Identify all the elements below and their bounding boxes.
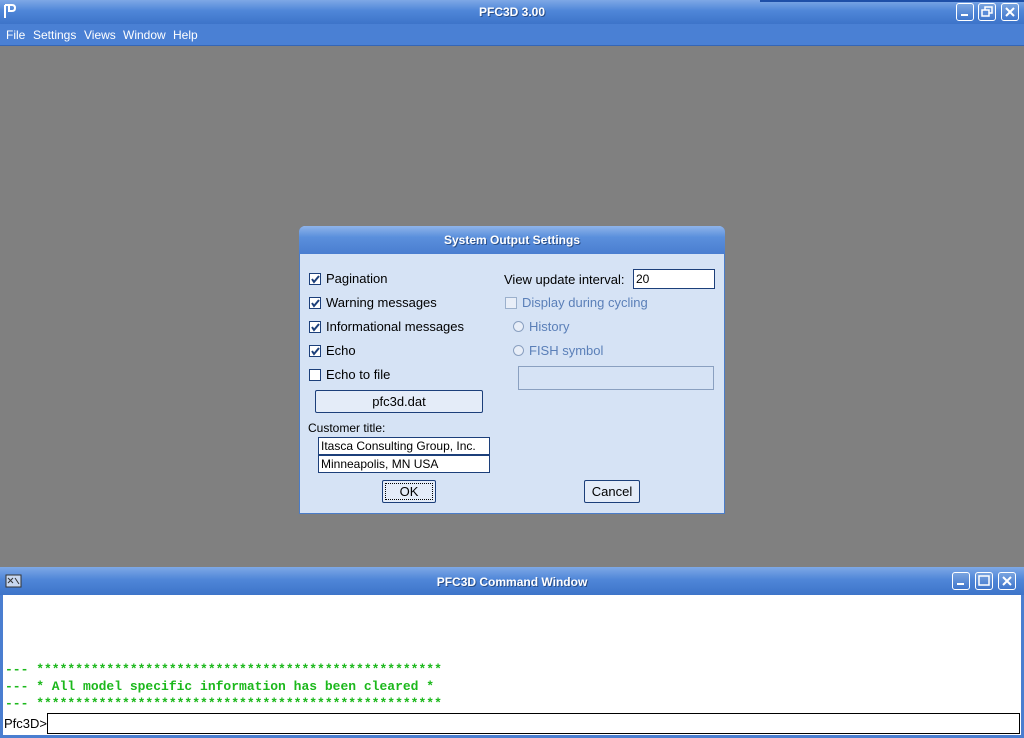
menu-file[interactable]: File bbox=[6, 28, 25, 42]
customer-title-label: Customer title: bbox=[308, 421, 386, 435]
system-output-settings-dialog: System Output Settings Pagination Warnin… bbox=[299, 226, 725, 514]
dialog-title: System Output Settings bbox=[443, 233, 580, 247]
cmd-close-button[interactable] bbox=[998, 572, 1016, 590]
command-prompt: Pfc3D> bbox=[4, 716, 47, 731]
close-icon bbox=[1002, 576, 1012, 586]
minimize-icon bbox=[961, 14, 968, 16]
display-during-cycling-checkbox[interactable] bbox=[505, 297, 517, 309]
menu-window[interactable]: Window bbox=[123, 28, 166, 42]
informational-messages-label: Informational messages bbox=[326, 319, 465, 334]
title-accent-line bbox=[760, 0, 1024, 2]
close-button[interactable] bbox=[1001, 3, 1019, 21]
echo-checkbox[interactable] bbox=[309, 345, 321, 357]
output-line: --- ************************************… bbox=[5, 696, 442, 711]
command-output-area[interactable]: --- ************************************… bbox=[3, 595, 1021, 713]
echo-label: Echo bbox=[326, 343, 356, 358]
history-radio[interactable] bbox=[513, 321, 524, 332]
fish-symbol-input[interactable] bbox=[518, 366, 714, 390]
close-icon bbox=[1005, 7, 1015, 17]
pagination-label: Pagination bbox=[326, 271, 388, 286]
informational-messages-checkbox[interactable] bbox=[309, 321, 321, 333]
fish-symbol-label: FISH symbol bbox=[529, 343, 604, 358]
menu-bar: File Settings Views Window Help bbox=[0, 24, 1024, 46]
customer-title-line2-input[interactable]: Minneapolis, MN USA bbox=[318, 455, 490, 473]
pagination-checkbox[interactable] bbox=[309, 273, 321, 285]
checkmark-icon bbox=[311, 299, 320, 308]
echo-to-file-label: Echo to file bbox=[326, 367, 391, 382]
view-update-interval-label: View update interval: bbox=[504, 272, 625, 287]
dialog-titlebar: System Output Settings bbox=[299, 226, 725, 254]
output-line: --- * All model specific information has… bbox=[5, 679, 435, 694]
cmd-maximize-button[interactable] bbox=[975, 572, 993, 590]
minimize-button[interactable] bbox=[956, 3, 974, 21]
display-during-cycling-label: Display during cycling bbox=[522, 295, 648, 310]
menu-help[interactable]: Help bbox=[173, 28, 198, 42]
fish-symbol-radio[interactable] bbox=[513, 345, 524, 356]
maximize-icon bbox=[978, 575, 990, 586]
checkmark-icon bbox=[311, 275, 320, 284]
warning-messages-checkbox[interactable] bbox=[309, 297, 321, 309]
warning-messages-label: Warning messages bbox=[326, 295, 437, 310]
checkmark-icon bbox=[311, 347, 320, 356]
menu-settings[interactable]: Settings bbox=[33, 28, 76, 42]
app-titlebar: PFC3D 3.00 bbox=[0, 0, 1024, 24]
cancel-button[interactable]: Cancel bbox=[584, 480, 640, 503]
cmd-minimize-button[interactable] bbox=[952, 572, 970, 590]
command-input[interactable] bbox=[47, 713, 1020, 734]
echo-to-file-checkbox[interactable] bbox=[309, 369, 321, 381]
command-window-titlebar: PFC3D Command Window bbox=[0, 567, 1024, 595]
minimize-icon bbox=[957, 583, 964, 585]
output-line: --- ************************************… bbox=[5, 662, 442, 677]
view-update-interval-input[interactable]: 20 bbox=[633, 269, 715, 289]
menu-views[interactable]: Views bbox=[84, 28, 116, 42]
command-prompt-row: Pfc3D> bbox=[3, 713, 1021, 735]
history-label: History bbox=[529, 319, 570, 334]
checkmark-icon bbox=[311, 323, 320, 332]
customer-title-line1-input[interactable]: Itasca Consulting Group, Inc. bbox=[318, 437, 490, 455]
ok-button[interactable]: OK bbox=[382, 480, 436, 503]
restore-icon bbox=[981, 6, 993, 17]
restore-button[interactable] bbox=[978, 3, 996, 21]
app-title: PFC3D 3.00 bbox=[478, 5, 546, 19]
echo-file-button[interactable]: pfc3d.dat bbox=[315, 390, 483, 413]
command-window-title: PFC3D Command Window bbox=[436, 575, 588, 589]
